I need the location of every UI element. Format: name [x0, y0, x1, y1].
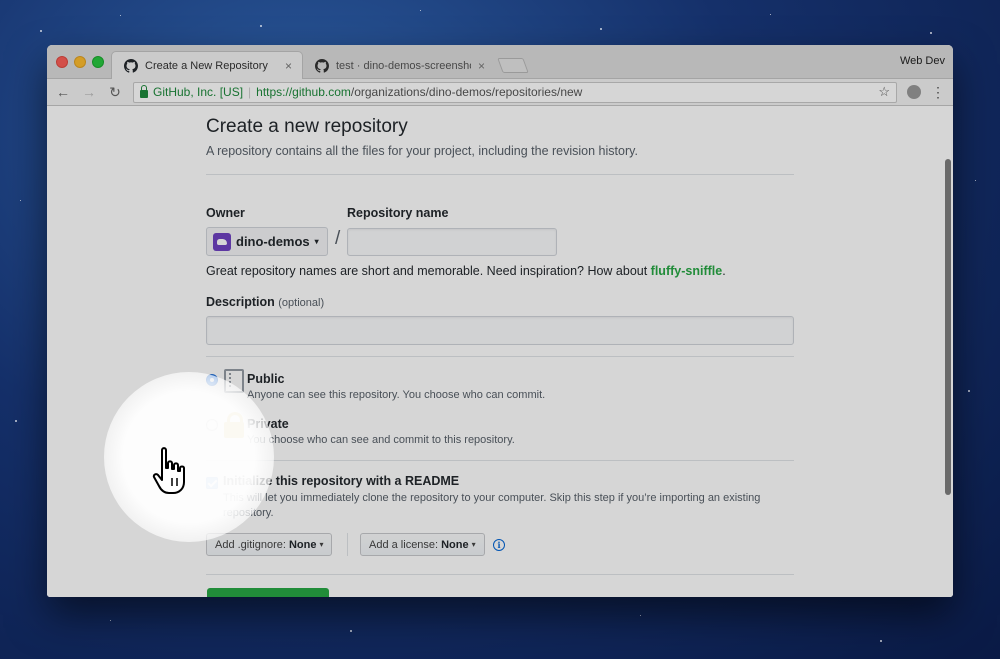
tab-close-icon[interactable]: × — [478, 59, 485, 73]
private-title[interactable]: Private — [247, 417, 289, 431]
repo-name-label: Repository name — [347, 206, 449, 220]
divider — [206, 460, 794, 461]
private-radio[interactable] — [206, 419, 218, 431]
window-controls — [56, 56, 104, 68]
page-content: Create a new repository A repository con… — [47, 107, 953, 597]
chevron-down-icon: ▾ — [471, 540, 476, 549]
description-label: Description (optional) — [206, 295, 324, 309]
gitignore-select[interactable]: Add .gitignore: None ▾ — [206, 533, 333, 556]
tab-title: test · dino-demos-screenshot — [336, 59, 471, 72]
zoom-window-button[interactable] — [92, 56, 104, 68]
owner-value: dino-demos — [236, 234, 310, 249]
hand-cursor-icon — [152, 447, 185, 494]
license-label: Add a license: — [369, 538, 439, 551]
browser-menu-icon[interactable]: ⋮ — [931, 84, 945, 101]
reload-button[interactable]: ↻ — [107, 84, 123, 101]
repo-icon — [224, 369, 244, 393]
private-description: You choose who can see and commit to thi… — [247, 434, 515, 446]
ev-certificate-label[interactable]: GitHub, Inc. [US] — [153, 85, 243, 99]
license-value: None — [441, 538, 469, 551]
public-description: Anyone can see this repository. You choo… — [247, 389, 546, 401]
name-hint: Great repository names are short and mem… — [206, 264, 726, 278]
tab-strip: Create a New Repository × test · dino-de… — [47, 45, 953, 80]
address-bar[interactable]: GitHub, Inc. [US] | https://github.com/o… — [133, 81, 897, 103]
divider — [206, 174, 794, 175]
lock-icon — [140, 84, 148, 98]
close-window-button[interactable] — [56, 56, 68, 68]
forward-button[interactable]: → — [81, 84, 97, 100]
public-radio[interactable] — [206, 374, 218, 386]
gitignore-value: None — [288, 538, 317, 551]
page-title: Create a new repository — [206, 116, 408, 137]
description-label-text: Description — [206, 295, 275, 309]
tab-test-repository[interactable]: test · dino-demos-screenshot × — [303, 51, 495, 80]
browser-window: Create a New Repository × test · dino-de… — [47, 45, 953, 597]
address-separator: | — [248, 85, 252, 99]
minimize-window-button[interactable] — [74, 56, 86, 68]
create-repository-button[interactable] — [207, 588, 329, 597]
info-icon[interactable]: i — [493, 539, 505, 551]
divider — [206, 356, 794, 357]
hint-text: Great repository names are short and mem… — [206, 264, 651, 278]
public-title[interactable]: Public — [247, 372, 285, 386]
browser-toolbar: ← → ↻ GitHub, Inc. [US] | https://github… — [47, 79, 953, 106]
url-path: /organizations/dino-demos/repositories/n… — [350, 85, 583, 99]
button-divider — [347, 533, 348, 556]
description-input[interactable] — [206, 316, 794, 345]
license-select[interactable]: Add a license: None ▾ — [360, 533, 485, 556]
optional-tag: (optional) — [278, 297, 325, 309]
new-tab-button[interactable] — [497, 58, 529, 73]
readme-title[interactable]: Initialize this repository with a README — [223, 474, 459, 488]
readme-checkbox[interactable] — [206, 477, 218, 489]
name-suggestion-link[interactable]: fluffy-sniffle — [651, 264, 723, 278]
owner-label: Owner — [206, 206, 245, 220]
repository-name-input[interactable] — [347, 228, 557, 256]
tab-create-repository[interactable]: Create a New Repository × — [111, 51, 303, 80]
url-text: https://github.com/organizations/dino-de… — [256, 85, 582, 99]
extension-icon[interactable] — [907, 85, 921, 99]
back-button[interactable]: ← — [55, 84, 71, 100]
page-scrollbar[interactable] — [945, 159, 951, 495]
page-subtitle: A repository contains all the files for … — [206, 144, 638, 158]
github-logo-icon — [315, 58, 329, 73]
owner-repo-slash: / — [335, 228, 341, 249]
owner-select[interactable]: dino-demos ▾ — [206, 227, 328, 256]
chevron-down-icon: ▾ — [314, 237, 319, 246]
owner-avatar — [213, 232, 231, 251]
profile-name[interactable]: Web Dev — [900, 55, 945, 67]
tab-close-icon[interactable]: × — [285, 59, 292, 73]
tab-title: Create a New Repository — [145, 60, 268, 72]
url-host: https://github.com — [256, 85, 351, 99]
divider — [206, 574, 794, 575]
chevron-down-icon: ▾ — [319, 540, 324, 549]
github-logo-icon — [124, 59, 138, 73]
gitignore-label: Add .gitignore: — [215, 538, 286, 551]
readme-description: This will let you immediately clone the … — [223, 492, 761, 519]
lock-icon — [224, 412, 244, 438]
hint-end: . — [722, 264, 726, 278]
bookmark-star-icon[interactable]: ☆ — [878, 84, 890, 100]
